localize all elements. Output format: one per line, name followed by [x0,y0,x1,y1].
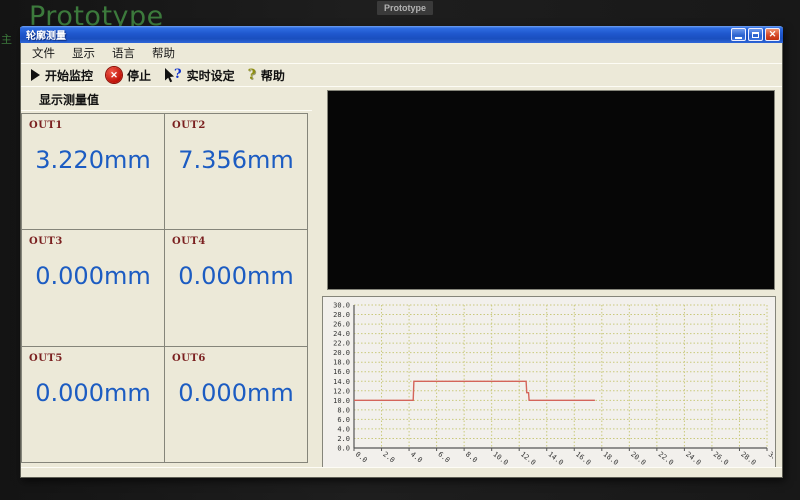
y-tick-label: 6.0 [337,416,350,424]
help-icon: ? [248,68,256,82]
x-tick-label: 0.0 [354,450,369,464]
measurement-cell-out1: OUT1 3.220mm [22,114,165,230]
menu-item-3[interactable]: 语言 [112,45,135,61]
measurement-cell-out3: OUT3 0.000mm [22,230,165,346]
measurement-cell-out2: OUT2 7.356mm [165,114,308,230]
y-tick-label: 8.0 [337,406,350,414]
toolbar-help-button[interactable]: ? 帮助 [248,67,285,84]
output-label: OUT3 [29,236,63,247]
y-tick-label: 26.0 [333,321,350,329]
separator [21,467,782,468]
play-icon [31,69,40,81]
toolbar: 开始监控 ✕ 停止? 实时设定? 帮助 [21,64,782,86]
x-tick-label: 12.0 [519,450,537,465]
minimize-icon [735,37,742,39]
output-value: 3.220mm [22,146,164,174]
output-value: 0.000mm [22,379,164,407]
measurement-table: OUT1 3.220mm OUT2 7.356mm OUT3 0.000mm OUT4 0.0… [21,113,308,463]
x-tick-label: 4.0 [409,450,424,464]
menu-bar: 文件 显示 语言 帮助 [21,43,782,62]
restore-icon [752,32,759,38]
x-tick-label: 30.0 [767,450,773,465]
title-bar[interactable]: 轮廓测量 ✕ [20,26,783,43]
y-tick-label: 16.0 [333,368,350,376]
output-value: 0.000mm [22,262,164,290]
toolbar-label: 帮助 [261,67,285,84]
y-tick-label: 28.0 [333,311,350,319]
toolbar-context-help-button[interactable]: ? 实时设定 [164,67,235,84]
menu-item-1[interactable]: 文件 [32,45,55,61]
y-tick-label: 2.0 [337,435,350,443]
toolbar-label: 开始监控 [45,67,93,84]
output-label: OUT5 [29,353,63,364]
x-tick-label: 28.0 [739,450,757,465]
close-icon: ✕ [769,30,777,39]
output-label: OUT2 [172,120,206,131]
output-value: 0.000mm [165,379,307,407]
y-tick-label: 14.0 [333,378,350,386]
desktop-partial-text: 主 [1,31,12,47]
desktop-prototype-tab[interactable]: Prototype [377,1,433,15]
y-tick-label: 20.0 [333,349,350,357]
y-tick-label: 0.0 [337,445,350,453]
measurement-cell-out6: OUT6 0.000mm [165,347,308,463]
y-tick-label: 22.0 [333,340,350,348]
toolbar-label: 停止 [127,67,151,84]
toolbar-label: 实时设定 [187,67,235,84]
context-help-icon: ? [164,68,182,83]
measurement-panel-title: 显示测量值 [39,91,99,108]
toolbar-stop-button[interactable]: ✕ 停止 [106,67,151,84]
laser-profile-image [328,91,772,287]
window-title: 轮廓测量 [26,27,729,42]
x-tick-label: 22.0 [657,450,675,465]
x-tick-label: 8.0 [464,450,479,464]
restore-button[interactable] [748,28,763,41]
x-tick-label: 20.0 [629,450,647,465]
x-tick-label: 24.0 [684,450,702,465]
output-label: OUT6 [172,353,206,364]
output-value: 0.000mm [165,262,307,290]
y-tick-label: 18.0 [333,359,350,367]
output-label: OUT4 [172,236,206,247]
measurement-cell-out5: OUT5 0.000mm [22,347,165,463]
y-tick-label: 12.0 [333,387,350,395]
x-tick-label: 18.0 [602,450,620,465]
app-window: 轮廓测量 ✕ 文件显示语言帮助 开始监控✕停止?实时设定?帮助 显示测量值 OU… [20,27,783,478]
x-tick-label: 10.0 [491,450,509,465]
profile-chart: 0.02.04.06.08.010.012.014.016.018.020.02… [323,297,773,465]
stop-icon: ✕ [106,67,122,83]
output-value: 7.356mm [165,146,307,174]
camera-view-panel [327,90,775,290]
minimize-button[interactable] [731,28,746,41]
x-tick-label: 2.0 [381,450,396,464]
x-tick-label: 16.0 [574,450,592,465]
chart-panel: 0.02.04.06.08.010.012.014.016.018.020.02… [322,296,776,468]
y-tick-label: 24.0 [333,330,350,338]
menu-item-4[interactable]: 帮助 [152,45,175,61]
measurement-cell-out4: OUT4 0.000mm [165,230,308,346]
separator [21,86,782,87]
menu-item-2[interactable]: 显示 [72,45,95,61]
x-tick-label: 26.0 [712,450,730,465]
y-tick-label: 4.0 [337,425,350,433]
x-tick-label: 6.0 [436,450,451,464]
x-tick-label: 14.0 [547,450,565,465]
close-button[interactable]: ✕ [765,28,780,41]
y-tick-label: 10.0 [333,397,350,405]
y-tick-label: 30.0 [333,302,350,310]
toolbar-play-button[interactable]: 开始监控 [31,67,93,84]
separator [21,110,312,111]
output-label: OUT1 [29,120,63,131]
